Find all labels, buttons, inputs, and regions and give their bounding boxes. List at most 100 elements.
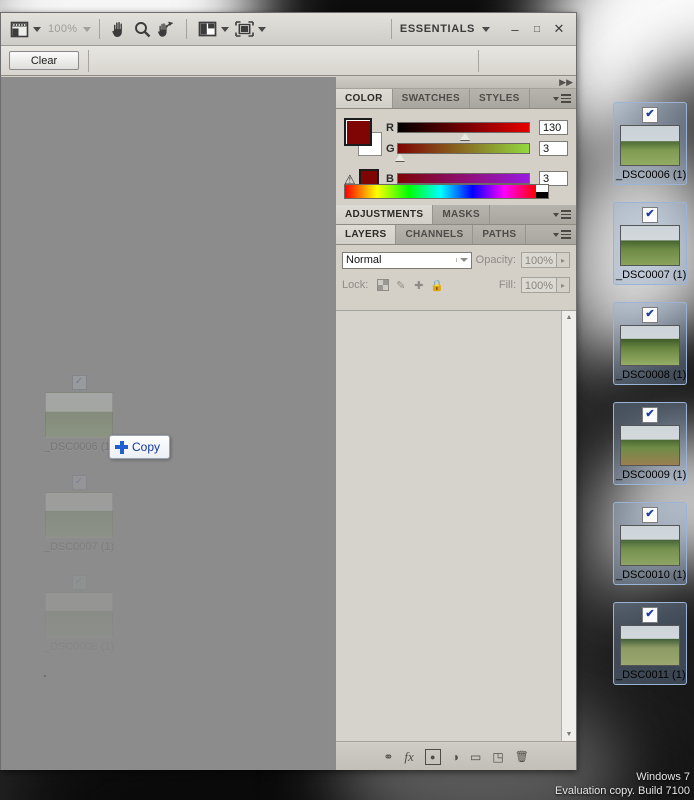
checkbox-icon[interactable]: ✔ — [642, 407, 658, 423]
tab-paths[interactable]: PATHS — [473, 225, 527, 244]
color-spectrum-ramp[interactable] — [344, 184, 549, 199]
red-value-field[interactable]: 130 — [538, 120, 568, 135]
adjustments-panel-menu-button[interactable] — [548, 205, 576, 224]
checkbox-icon[interactable]: ✔ — [642, 507, 658, 523]
photoshop-window: 100% ESSENTIALS – □ ✕ Clear ✓ _DSC0006 (… — [0, 12, 577, 770]
green-slider-thumb[interactable] — [395, 154, 406, 161]
watermark-line-2: Evaluation copy. Build 7100 — [555, 785, 690, 797]
delete-layer-icon[interactable]: 🗑 — [515, 750, 529, 763]
toolbar-divider — [99, 19, 101, 39]
desktop-icon-label: _DSC0006 (1) — [616, 169, 687, 181]
green-value-field[interactable]: 3 — [538, 141, 568, 156]
chevron-down-icon — [553, 232, 559, 237]
checkbox-icon: ✓ — [71, 475, 87, 490]
arrange-documents-button[interactable] — [195, 16, 232, 42]
zoom-chevron-down-icon[interactable] — [83, 26, 92, 32]
thumbnail-image — [620, 125, 680, 166]
new-group-icon[interactable]: ▭ — [470, 750, 481, 764]
layers-list[interactable]: ▲ ▼ — [336, 310, 576, 742]
checkbox-icon[interactable]: ✔ — [642, 107, 658, 123]
blue-slider-track[interactable] — [395, 173, 530, 191]
options-bar: Clear — [1, 46, 576, 76]
checkbox-icon[interactable]: ✔ — [642, 607, 658, 623]
tab-channels[interactable]: CHANNELS — [396, 225, 474, 244]
opacity-stepper-icon[interactable]: ▸ — [557, 252, 570, 268]
lock-all-icon[interactable]: 🔒 — [429, 278, 444, 293]
document-preset-button[interactable] — [7, 16, 44, 42]
adjustments-panel-tabs: ADJUSTMENTS MASKS — [336, 205, 576, 225]
layers-scrollbar[interactable]: ▲ ▼ — [561, 311, 576, 741]
layers-panel-menu-button[interactable] — [548, 225, 576, 244]
add-layer-mask-icon[interactable]: ● — [424, 748, 441, 765]
desktop-icon-dsc0007[interactable]: ✔ _DSC0007 (1) — [613, 202, 687, 285]
link-layers-icon[interactable]: ⚭ — [383, 750, 393, 764]
red-slider-track[interactable] — [396, 122, 530, 140]
fill-field[interactable]: 100% ▸ — [521, 277, 570, 293]
rotate-view-tool-icon — [158, 21, 174, 37]
clear-button[interactable]: Clear — [9, 51, 79, 70]
drag-ghost-item: ✓ _DSC0007 (1) — [31, 475, 127, 553]
scroll-up-icon[interactable]: ▲ — [562, 311, 576, 324]
fill-value: 100% — [521, 277, 557, 293]
zoom-level-label: 100% — [48, 23, 78, 35]
opacity-field[interactable]: 100% ▸ — [521, 252, 570, 268]
green-slider-track[interactable] — [395, 143, 530, 161]
desktop-icon-dsc0008[interactable]: ✔ _DSC0008 (1) — [613, 302, 687, 385]
blue-channel-label: B — [386, 172, 394, 185]
rotate-view-tool-button[interactable] — [154, 16, 178, 42]
desktop-icon-dsc0006[interactable]: ✔ _DSC0006 (1) — [613, 102, 687, 185]
screen-mode-icon — [235, 21, 255, 37]
document-preset-icon — [10, 21, 29, 37]
arrange-documents-icon — [198, 21, 217, 37]
zoom-tool-button[interactable] — [131, 16, 154, 42]
layers-panel-tabs: LAYERS CHANNELS PATHS — [336, 225, 576, 245]
tab-swatches[interactable]: SWATCHES — [393, 89, 470, 108]
tab-color[interactable]: COLOR — [336, 89, 393, 108]
dock-collapse-bar[interactable]: ▶▶ — [336, 77, 576, 89]
red-channel-label: R — [386, 121, 394, 134]
color-swatches — [344, 118, 382, 156]
hand-tool-button[interactable] — [108, 16, 131, 42]
workspace-switcher[interactable]: ESSENTIALS – □ ✕ — [383, 18, 570, 40]
minimize-button[interactable]: – — [504, 18, 526, 40]
scroll-down-icon[interactable]: ▼ — [562, 728, 576, 741]
close-button[interactable]: ✕ — [548, 18, 570, 40]
hamburger-icon — [561, 210, 571, 219]
desktop-icon-dsc0011[interactable]: ✔ _DSC0011 (1) — [613, 602, 687, 685]
foreground-color-swatch[interactable] — [344, 118, 372, 146]
tab-layers[interactable]: LAYERS — [336, 225, 397, 244]
checkbox-icon[interactable]: ✔ — [642, 307, 658, 323]
collapse-panels-icon: ▶▶ — [559, 77, 573, 87]
layer-style-fx-icon[interactable]: fx — [404, 749, 413, 765]
tab-masks[interactable]: MASKS — [433, 205, 490, 224]
desktop-icon-label: _DSC0008 (1) — [616, 369, 687, 381]
drag-ghost-item: ✓ _DSC0008 (1) — [31, 575, 127, 653]
screen-mode-button[interactable] — [232, 16, 269, 42]
tab-styles[interactable]: STYLES — [470, 89, 530, 108]
desktop-icon-dsc0009[interactable]: ✔ _DSC0009 (1) — [613, 402, 687, 485]
lock-image-pixels-icon[interactable]: ✎ — [393, 278, 408, 293]
red-slider-thumb[interactable] — [459, 133, 470, 140]
lock-transparent-pixels-icon[interactable] — [375, 278, 390, 293]
desktop-icon-dsc0010[interactable]: ✔ _DSC0010 (1) — [613, 502, 687, 585]
lock-position-icon[interactable]: ✚ — [411, 278, 426, 293]
chevron-down-icon — [482, 26, 490, 32]
tab-adjustments[interactable]: ADJUSTMENTS — [336, 205, 434, 224]
layers-panel-footer: ⚭ fx ● ◑ ▭ ◳ 🗑 — [336, 743, 576, 770]
hand-tool-icon — [112, 22, 123, 37]
workspace-label: ESSENTIALS — [399, 23, 475, 35]
checkbox-icon[interactable]: ✔ — [642, 207, 658, 223]
green-channel-label: G — [386, 142, 395, 155]
new-adjustment-layer-icon[interactable]: ◑ — [452, 750, 459, 764]
color-panel-tabs: COLOR SWATCHES STYLES — [336, 89, 576, 109]
new-layer-icon[interactable]: ◳ — [492, 750, 503, 764]
color-panel-menu-button[interactable] — [548, 89, 576, 108]
blend-mode-select[interactable]: Normal — [342, 251, 472, 269]
maximize-button[interactable]: □ — [526, 18, 548, 40]
layers-controls: Normal Opacity: 100% ▸ Lock: ✎ ✚ � — [336, 245, 576, 300]
chevron-down-icon — [258, 26, 267, 32]
drag-copy-label: Copy — [132, 440, 161, 454]
zoom-tool-icon — [135, 21, 151, 37]
fill-stepper-icon[interactable]: ▸ — [557, 277, 570, 293]
chevron-down-icon — [221, 26, 230, 32]
